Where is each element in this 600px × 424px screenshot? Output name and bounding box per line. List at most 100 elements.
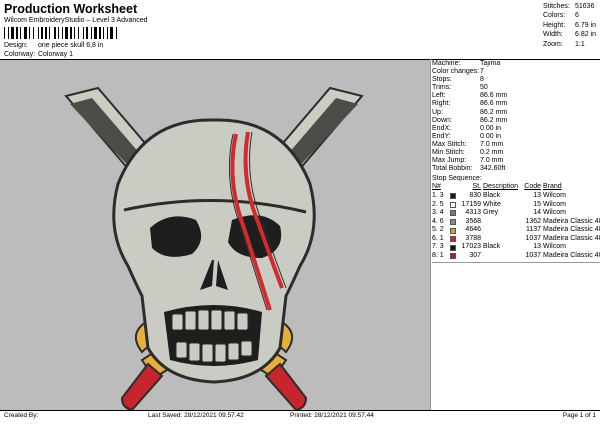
design-row: Design: one piece skull 6,8 in — [4, 42, 103, 49]
design-label: Design: — [4, 42, 28, 49]
row-brand: Wilcom — [543, 191, 566, 199]
stop-sequence-row: 1. 3 830 Black 13 Wilcom — [432, 192, 600, 201]
info-row: Total Bobbin: 342.60ft — [432, 165, 600, 173]
row-description: White — [483, 200, 501, 208]
header-st: St. — [472, 183, 481, 191]
info-value: 0.00 in — [480, 124, 502, 132]
row-brand: Wilcom — [543, 243, 566, 251]
row-stitches: 17159 — [461, 200, 481, 208]
summary-value: 1:1 — [575, 40, 585, 48]
stop-sequence-row: 2. 5 17159 White 15 Wilcom — [432, 201, 600, 210]
info-value: 342.60ft — [480, 165, 506, 173]
info-label: Trims: — [432, 84, 452, 92]
thread-color-swatch — [450, 218, 456, 225]
software-subtitle: Wilcom EmbroideryStudio – Level 3 Advanc… — [4, 17, 148, 24]
row-brand: Madeira Classic 40 — [543, 234, 600, 242]
color-swatch — [450, 235, 458, 244]
info-row: EndX: 0.00 in — [432, 125, 600, 133]
row-code: 14 — [533, 209, 541, 217]
stop-sequence-row: 7. 3 17023 Black 13 Wilcom — [432, 243, 600, 252]
stop-sequence-row: 8. 1 307 1037 Madeira Classic 40 — [432, 252, 600, 261]
summary-value: 6.82 in — [575, 31, 597, 39]
info-label: EndY: — [432, 132, 451, 140]
summary-label: Stitches: — [543, 3, 570, 10]
info-row: Right: 86.6 mm — [432, 100, 600, 108]
row-code: 1037 — [525, 252, 541, 260]
info-label: Max Jump: — [432, 157, 467, 165]
page-number: Page 1 of 1 — [562, 412, 596, 419]
summary-value: 51636 — [575, 3, 595, 10]
summary-row: Height: 6.79 in — [543, 21, 599, 30]
row-number: 7. 3 — [432, 243, 444, 251]
info-row: Up: 86.2 mm — [432, 109, 600, 117]
row-brand: Wilcom — [543, 209, 566, 217]
row-stitches: 3568 — [465, 217, 481, 225]
pirate-skull-crossed-swords-icon — [64, 86, 364, 410]
row-number: 4. 6 — [432, 217, 444, 225]
info-value: 86.2 mm — [480, 108, 508, 116]
thread-color-swatch — [450, 244, 456, 251]
info-row: Machine: Tajima — [432, 60, 600, 68]
color-swatch — [450, 252, 458, 261]
color-swatch — [450, 209, 458, 218]
summary-row: Stitches: 51636 — [543, 2, 599, 11]
colorway-value: Colorway 1 — [37, 51, 73, 58]
summary-label: Zoom: — [543, 40, 563, 48]
stop-sequence-rows: 1. 3 830 Black 13 Wilcom 2. 5 17159 White 15 Wilc… — [432, 192, 600, 261]
summary-label: Colors: — [543, 12, 566, 20]
row-brand: Madeira Classic 40 — [543, 252, 600, 260]
row-stitches: 17023 — [461, 243, 481, 251]
last-saved: Last Saved: 28/12/2021 09.57.42 — [148, 412, 244, 419]
info-label: Stops: — [432, 76, 452, 84]
row-stitches: 4313 — [465, 209, 481, 217]
design-preview — [0, 60, 430, 410]
row-code: 15 — [533, 200, 541, 208]
row-stitches: 307 — [469, 252, 481, 260]
info-value: 7 — [480, 68, 484, 76]
row-description — [483, 252, 523, 261]
row-number: 5. 2 — [432, 226, 444, 234]
row-number: 1. 3 — [432, 191, 444, 199]
summary-row: Colors: 6 — [543, 11, 599, 20]
thread-color-swatch — [450, 210, 456, 217]
row-code: 1037 — [525, 234, 541, 242]
info-label: Max Stitch: — [432, 140, 467, 148]
summary-value: 6 — [575, 12, 579, 20]
info-value: 0.00 in — [480, 132, 502, 140]
row-number: 8. 1 — [432, 252, 444, 260]
page-title: Production Worksheet — [4, 2, 138, 16]
info-row: Left: 86.6 mm — [432, 92, 600, 100]
header-brand: Brand — [543, 183, 562, 191]
color-swatch — [450, 243, 458, 252]
info-row: Stops: 8 — [432, 76, 600, 84]
info-row: Min Stitch: 0.2 mm — [432, 149, 600, 157]
stop-sequence-row: 6. 1 3788 1037 Madeira Classic 40 — [432, 235, 600, 244]
stop-sequence-header: N# St. Description Code Brand — [432, 183, 600, 192]
stop-sequence-row: 5. 2 4646 1137 Madeira Classic 40 — [432, 226, 600, 235]
info-value: Tajima — [480, 60, 501, 67]
row-description — [483, 226, 523, 235]
info-value: 86.6 mm — [480, 92, 508, 100]
panel-bottom-divider — [432, 261, 600, 263]
info-label: Up: — [432, 108, 443, 116]
info-value: 86.6 mm — [480, 100, 508, 108]
header-code: Code — [524, 183, 541, 191]
row-code: 13 — [533, 243, 541, 251]
row-stitches: 3788 — [465, 234, 481, 242]
info-row: Max Stitch: 7.0 mm — [432, 141, 600, 149]
info-label: Machine: — [432, 60, 461, 67]
thread-color-swatch — [450, 227, 456, 234]
color-swatch — [450, 201, 458, 210]
summary-row: Width: 6.82 in — [543, 30, 599, 39]
info-row: Down: 86.2 mm — [432, 117, 600, 125]
info-value: 8 — [480, 76, 484, 84]
colorway-row: Colorway: Colorway 1 — [4, 51, 73, 58]
info-label: Total Bobbin: — [432, 165, 473, 173]
created-by: Created By: — [4, 412, 39, 419]
color-swatch — [450, 226, 458, 235]
row-brand: Wilcom — [543, 200, 566, 208]
machine-info-panel: Machine: Tajima Color changes: 7 Stops: 8 T… — [432, 60, 600, 263]
summary-label: Height: — [543, 21, 566, 29]
info-label: Right: — [432, 100, 451, 108]
row-number: 2. 5 — [432, 200, 444, 208]
